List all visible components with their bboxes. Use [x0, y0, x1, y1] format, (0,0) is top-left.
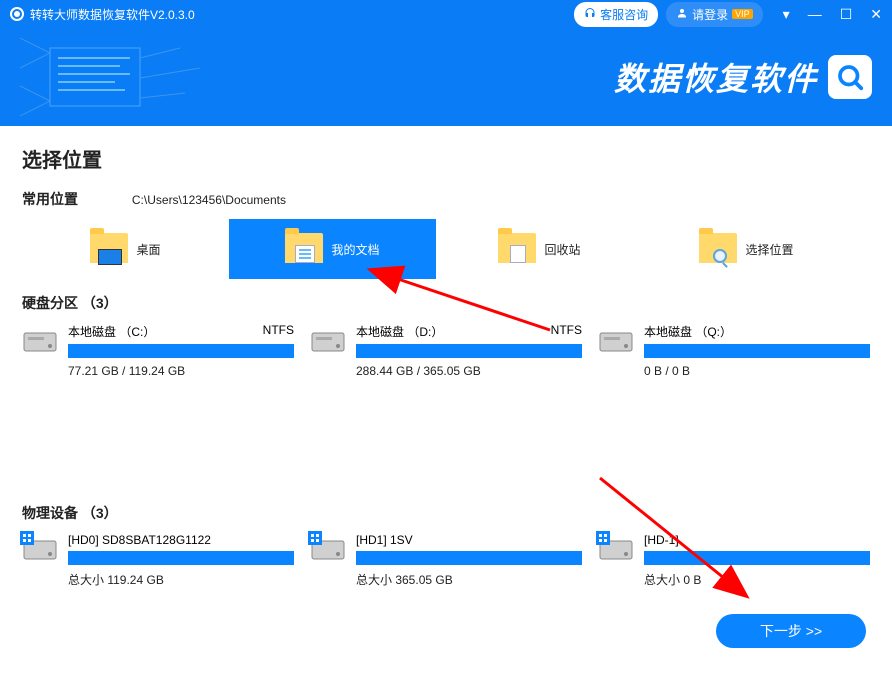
support-label: 客服咨询 [600, 6, 648, 23]
partition-q[interactable]: 本地磁盘 （Q:） 0 B / 0 B [598, 323, 870, 443]
location-documents[interactable]: 我的文档 [229, 219, 436, 279]
device-name: [HD0] SD8SBAT128G1122 [68, 533, 211, 547]
location-label: 我的文档 [331, 241, 379, 258]
usage-bar [68, 344, 294, 358]
folder-desktop-icon [90, 233, 128, 265]
login-label: 请登录 [692, 6, 728, 23]
common-locations-label: 常用位置 [22, 191, 78, 207]
support-button[interactable]: 客服咨询 [574, 2, 658, 27]
drive-icon [22, 327, 58, 355]
partition-name: 本地磁盘 （Q:） [644, 323, 732, 340]
partition-usage: 77.21 GB / 119.24 GB [68, 364, 294, 378]
device-icon [310, 535, 346, 565]
partitions-title: 硬盘分区 （3） [22, 293, 870, 313]
drive-icon [310, 327, 346, 355]
device-size: 总大小 365.05 GB [356, 571, 582, 588]
window-controls: ▾ — ☐ ✕ [783, 6, 882, 23]
user-icon [676, 7, 688, 22]
banner-decoration-icon [20, 38, 260, 116]
folder-documents-icon [285, 233, 323, 265]
app-title: 转转大师数据恢复软件V2.0.3.0 [30, 6, 195, 23]
usage-bar [356, 344, 582, 358]
banner-title: 数据恢复软件 [614, 54, 818, 100]
device-hd1[interactable]: [HD1] 1SV 总大小 365.05 GB [310, 533, 582, 653]
page-title: 选择位置 [22, 144, 870, 173]
partition-usage: 288.44 GB / 365.05 GB [356, 364, 582, 378]
close-icon[interactable]: ✕ [870, 6, 882, 23]
titlebar: 转转大师数据恢复软件V2.0.3.0 客服咨询 请登录 VIP ▾ — ☐ ✕ [0, 0, 892, 28]
folder-recycle-icon [498, 233, 536, 265]
device-name: [HD1] 1SV [356, 533, 413, 547]
device-icon [22, 535, 58, 565]
partition-d[interactable]: 本地磁盘 （D:） NTFS 288.44 GB / 365.05 GB [310, 323, 582, 443]
partition-usage: 0 B / 0 B [644, 364, 870, 378]
drive-icon [598, 327, 634, 355]
common-locations-title: 常用位置 C:\Users\123456\Documents [22, 189, 870, 209]
usage-bar [356, 551, 582, 565]
login-button[interactable]: 请登录 VIP [666, 2, 763, 27]
device-size: 总大小 0 B [644, 571, 870, 588]
device-size: 总大小 119.24 GB [68, 571, 294, 588]
banner-logo-icon [828, 55, 872, 99]
device-name: [HD-1] [644, 533, 679, 547]
partition-name: 本地磁盘 （D:） [356, 323, 443, 340]
location-label: 回收站 [544, 241, 580, 258]
partition-fs: NTFS [551, 323, 582, 340]
usage-bar [644, 551, 870, 565]
partition-fs: NTFS [263, 323, 294, 340]
partitions-row: 本地磁盘 （C:） NTFS 77.21 GB / 119.24 GB 本地磁盘 … [22, 323, 870, 443]
device-hd0[interactable]: [HD0] SD8SBAT128G1122 总大小 119.24 GB [22, 533, 294, 653]
folder-search-icon [699, 233, 737, 265]
location-browse[interactable]: 选择位置 [643, 219, 850, 279]
menu-icon[interactable]: ▾ [783, 6, 790, 23]
location-label: 选择位置 [745, 241, 793, 258]
location-label: 桌面 [136, 241, 160, 258]
vip-badge: VIP [732, 9, 753, 19]
usage-bar [68, 551, 294, 565]
locations-row: 桌面 我的文档 回收站 选择位置 [22, 219, 870, 279]
next-button[interactable]: 下一步 >> [716, 614, 866, 648]
headset-icon [584, 7, 596, 22]
minimize-icon[interactable]: — [808, 6, 822, 23]
common-path: C:\Users\123456\Documents [132, 193, 286, 207]
partition-name: 本地磁盘 （C:） [68, 323, 155, 340]
device-icon [598, 535, 634, 565]
location-desktop[interactable]: 桌面 [22, 219, 229, 279]
maximize-icon[interactable]: ☐ [840, 6, 853, 23]
partition-c[interactable]: 本地磁盘 （C:） NTFS 77.21 GB / 119.24 GB [22, 323, 294, 443]
devices-title: 物理设备 （3） [22, 503, 870, 523]
location-recycle[interactable]: 回收站 [436, 219, 643, 279]
main-content: 选择位置 常用位置 C:\Users\123456\Documents 桌面 我… [0, 126, 892, 681]
usage-bar [644, 344, 870, 358]
banner: 数据恢复软件 [0, 28, 892, 126]
app-logo-icon [10, 7, 24, 21]
